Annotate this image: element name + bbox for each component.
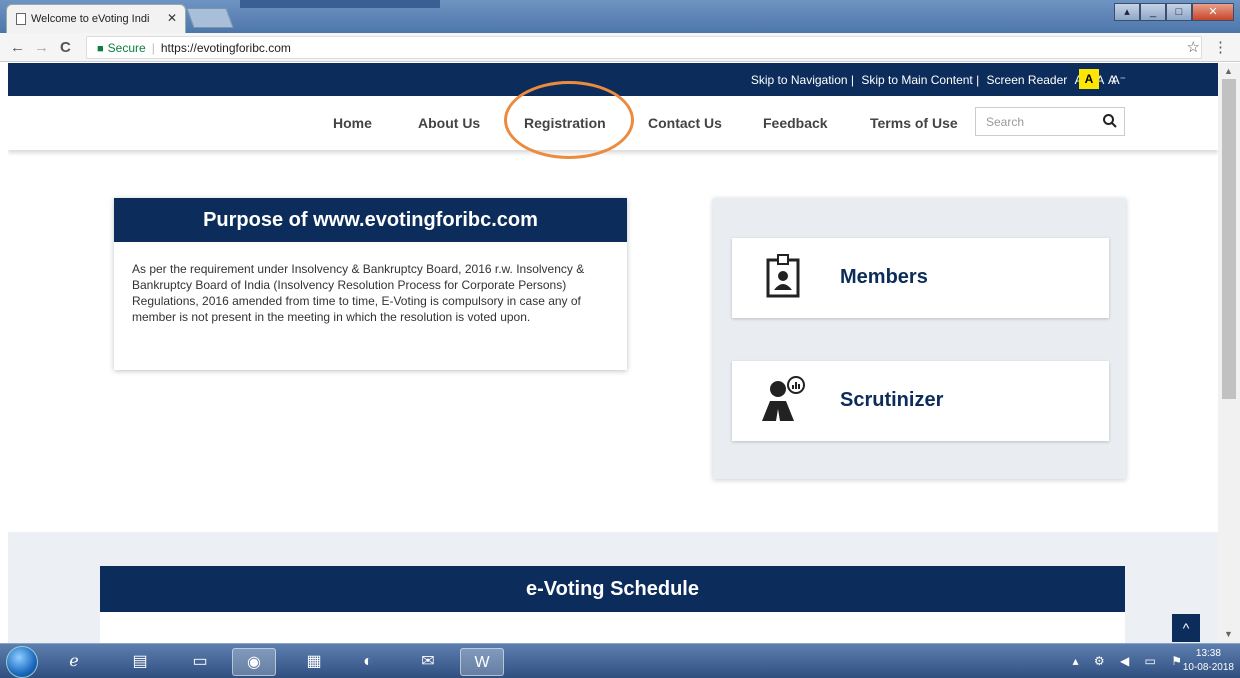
nav-about-us[interactable]: About Us [418, 115, 480, 131]
os-taskbar: ℯ ▤ ▭ ◉ ▦ ◐ ✉ W ▴ ⚙ ◀ ▭ ⚑ 13:38 10-08-20… [0, 643, 1240, 678]
search-placeholder: Search [986, 115, 1025, 129]
system-tray-icons[interactable]: ▴ ⚙ ◀ ▭ ⚑ [1073, 654, 1188, 668]
tab-title: Welcome to eVoting Indi [31, 13, 150, 25]
purpose-title: Purpose of www.evotingforibc.com [114, 198, 627, 242]
reload-icon[interactable]: C [60, 39, 71, 56]
schedule-title: e-Voting Schedule [100, 566, 1125, 612]
minimize-icon[interactable]: _ [1140, 3, 1166, 21]
clock-date: 10-08-2018 [1182, 662, 1234, 673]
window-switcher-icon[interactable]: ▭ [178, 648, 222, 676]
outlook-icon[interactable]: ✉ [406, 648, 450, 676]
browser-tab[interactable]: Welcome to eVoting Indi ✕ [6, 4, 186, 33]
scroll-down-arrow-icon[interactable]: ▼ [1224, 629, 1233, 639]
excel-icon[interactable]: ▦ [292, 648, 336, 676]
scrutinizer-label: Scrutinizer [840, 389, 944, 411]
page-scrollbar[interactable]: ▲ ▼ [1218, 63, 1240, 643]
url-separator: | [151, 41, 155, 55]
tab-close-icon[interactable]: ✕ [167, 11, 177, 25]
window-close-icon[interactable]: ✕ [1192, 3, 1234, 21]
file-explorer-icon[interactable]: ▤ [118, 648, 162, 676]
purpose-card: Purpose of www.evotingforibc.com As per … [114, 198, 627, 370]
word-icon[interactable]: W [460, 648, 504, 676]
scrutinizer-person-chart-icon [762, 376, 805, 421]
nav-feedback[interactable]: Feedback [763, 115, 828, 131]
member-id-card-icon [766, 254, 800, 298]
restore-icon[interactable]: ▴ [1114, 3, 1140, 21]
accessibility-bar: Skip to Navigation | Skip to Main Conten… [8, 63, 1218, 96]
browser-menu-icon[interactable]: ⋮ [1213, 38, 1228, 56]
nav-contact-us[interactable]: Contact Us [648, 115, 722, 131]
browser-titlebar: Welcome to eVoting Indi ✕ ▴ _ □ ✕ [0, 0, 1240, 33]
main-navbar: Home About Us Registration Contact Us Fe… [8, 96, 1218, 150]
screen-reader-link[interactable]: Screen Reader [987, 73, 1068, 87]
high-contrast-button[interactable]: A [1079, 69, 1099, 89]
start-button[interactable] [6, 646, 38, 678]
login-roles-panel: Members Scrutinizer [713, 198, 1126, 479]
nav-registration[interactable]: Registration [524, 115, 606, 131]
chrome-icon[interactable]: ◉ [232, 648, 276, 676]
address-bar: ← → C ■ Secure | https://evotingforibc.com … [0, 33, 1240, 62]
purpose-text: As per the requirement under Insolvency … [132, 262, 585, 324]
tab-strip-background [240, 0, 440, 8]
scrutinizer-card[interactable]: Scrutinizer [732, 361, 1109, 441]
schedule-card: e-Voting Schedule [100, 566, 1125, 643]
clock-time: 13:38 [1195, 648, 1221, 659]
skip-navigation-link[interactable]: Skip to Navigation | [751, 73, 854, 87]
bookmark-star-icon[interactable]: ☆ [1187, 38, 1200, 56]
new-tab-button[interactable] [186, 8, 234, 28]
page-icon [16, 13, 26, 25]
maximize-icon[interactable]: □ [1166, 3, 1192, 21]
back-icon[interactable]: ← [10, 39, 25, 56]
members-card[interactable]: Members [732, 238, 1109, 318]
nav-terms-of-use[interactable]: Terms of Use [870, 115, 958, 131]
ie-icon[interactable]: ℯ [52, 648, 96, 676]
window-controls: ▴ _ □ ✕ [1114, 3, 1234, 21]
secure-label: Secure [107, 41, 146, 55]
search-input[interactable]: Search [975, 107, 1125, 136]
url-input[interactable]: ■ Secure | https://evotingforibc.com [86, 36, 1202, 59]
taskbar-clock[interactable]: 13:38 10-08-2018 [1183, 647, 1234, 675]
members-label: Members [840, 266, 928, 288]
firefox-icon[interactable]: ◐ [346, 648, 390, 676]
lock-icon: ■ [97, 43, 104, 55]
normal-contrast-button[interactable]: A [1108, 73, 1116, 87]
forward-icon[interactable]: → [34, 39, 49, 56]
scrollbar-thumb[interactable] [1222, 79, 1236, 399]
page-viewport: Skip to Navigation | Skip to Main Conten… [8, 63, 1218, 643]
url-text: https://evotingforibc.com [160, 41, 291, 55]
nav-home[interactable]: Home [333, 115, 372, 131]
skip-main-content-link[interactable]: Skip to Main Content | [861, 73, 979, 87]
search-icon[interactable] [1102, 113, 1118, 129]
scroll-to-top-button[interactable]: ^ [1172, 614, 1200, 642]
scroll-up-arrow-icon[interactable]: ▲ [1224, 66, 1233, 76]
